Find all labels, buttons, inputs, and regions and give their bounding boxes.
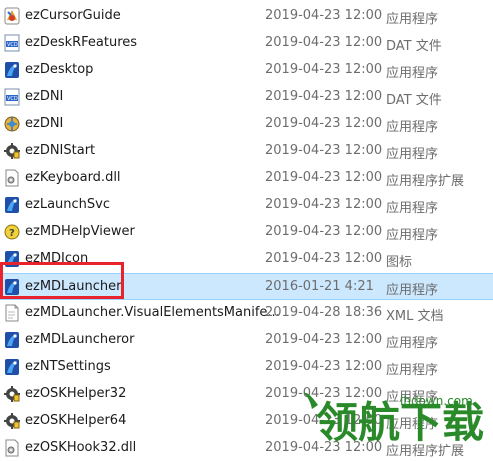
watermark: 领航下载 lhdown.com: [300, 385, 493, 448]
file-name: ezDNI: [25, 116, 64, 131]
file-date: 2019-04-23 12:00: [265, 332, 383, 347]
file-type: 应用程序: [386, 147, 439, 162]
file-type: DAT 文件: [386, 93, 442, 108]
svg-text:VCD: VCD: [7, 42, 18, 48]
app-blue-icon: [4, 358, 20, 376]
app-colorful-icon: [4, 7, 20, 25]
file-date: 2019-04-23 12:00: [265, 170, 383, 185]
file-date: 2019-04-23 12:00: [265, 143, 383, 158]
file-row[interactable]: ezDNIStart 2019-04-23 12:00 应用程序: [0, 138, 493, 164]
file-date: 2019-04-23 12:00: [265, 116, 383, 131]
file-row[interactable]: ezDesktop 2019-04-23 12:00 应用程序: [0, 57, 493, 83]
file-name: ezMDHelpViewer: [25, 224, 135, 239]
file-type: 应用程序: [386, 120, 439, 135]
watermark-url: lhdown.com: [400, 394, 473, 408]
file-date: 2016-01-21 4:21: [265, 279, 374, 294]
file-date: 2019-04-23 12:00: [265, 197, 383, 212]
file-row[interactable]: ezCursorGuide 2019-04-23 12:00 应用程序: [0, 3, 493, 29]
vcd-file-icon: VCD: [4, 88, 20, 106]
file-date: 2019-04-23 12:00: [265, 89, 383, 104]
file-date: 2019-04-23 12:00: [265, 35, 383, 50]
file-row[interactable]: VCD ezDeskRFeatures 2019-04-23 12:00 DAT 文件: [0, 30, 493, 56]
dll-file-icon: [4, 169, 20, 187]
vcd-file-icon: VCD: [4, 34, 20, 52]
file-row[interactable]: VCD ezDNI 2019-04-23 12:00 DAT 文件: [0, 84, 493, 110]
file-type: XML 文档: [386, 309, 444, 324]
highlight-box: [0, 262, 124, 299]
file-name: ezDNIStart: [25, 143, 96, 158]
file-name: ezDNI: [25, 89, 64, 104]
file-name: ezOSKHelper32: [25, 386, 127, 401]
file-date: 2019-04-23 12:00: [265, 62, 383, 77]
file-date: 2019-04-28 18:36: [265, 305, 383, 320]
file-type: 应用程序: [386, 228, 439, 243]
file-row[interactable]: ezDNI 2019-04-23 12:00 应用程序: [0, 111, 493, 137]
app-gear-icon: [4, 142, 20, 160]
file-row[interactable]: ezLaunchSvc 2019-04-23 12:00 应用程序: [0, 192, 493, 218]
dll-file-icon: [4, 439, 20, 457]
file-type: 应用程序: [386, 66, 439, 81]
file-name: ezLaunchSvc: [25, 197, 110, 212]
file-type: 应用程序: [386, 12, 439, 27]
svg-text:VCD: VCD: [7, 96, 18, 102]
app-gear-icon: [4, 385, 20, 403]
app-blue-icon: [4, 196, 20, 214]
file-type: 应用程序: [386, 336, 439, 351]
file-type: 应用程序: [386, 201, 439, 216]
file-row[interactable]: ezMDLauncher.VisualElementsManife... 2019…: [0, 300, 493, 326]
file-name: ezOSKHelper64: [25, 413, 127, 428]
file-name: ezCursorGuide: [25, 8, 121, 23]
file-type: 应用程序: [386, 363, 439, 378]
app-gear-icon: [4, 412, 20, 430]
file-date: 2019-04-23 12:00: [265, 8, 383, 23]
svg-text:?: ?: [9, 228, 15, 239]
file-date: 2019-04-23 12:00: [265, 359, 383, 374]
file-date: 2019-04-23 12:00: [265, 251, 383, 266]
file-type: 图标: [386, 255, 413, 270]
file-row[interactable]: ezKeyboard.dll 2019-04-23 12:00 应用程序扩展: [0, 165, 493, 191]
file-name: ezNTSettings: [25, 359, 111, 374]
watermark-logo: 领航下载 lhdown.com: [304, 392, 484, 447]
file-date: 2019-04-23 12:00: [265, 224, 383, 239]
file-type: 应用程序扩展: [386, 174, 465, 189]
file-name: ezDesktop: [25, 62, 94, 77]
app-blue-icon: [4, 61, 20, 79]
file-name: ezMDLauncher.VisualElementsManife...: [25, 305, 280, 320]
app-help-icon: ?: [4, 223, 20, 241]
xml-file-icon: [4, 304, 20, 322]
file-name: ezKeyboard.dll: [25, 170, 121, 185]
file-name: ezDeskRFeatures: [25, 35, 138, 50]
file-row[interactable]: ezMDLauncheror 2019-04-23 12:00 应用程序: [0, 327, 493, 353]
file-row[interactable]: ? ezMDHelpViewer 2019-04-23 12:00 应用程序: [0, 219, 493, 245]
file-row[interactable]: ezNTSettings 2019-04-23 12:00 应用程序: [0, 354, 493, 380]
file-type: DAT 文件: [386, 39, 442, 54]
file-name: ezMDLauncheror: [25, 332, 135, 347]
app-blue-icon: [4, 331, 20, 349]
app-globe-icon: [4, 115, 20, 133]
file-type: 应用程序: [386, 283, 439, 298]
